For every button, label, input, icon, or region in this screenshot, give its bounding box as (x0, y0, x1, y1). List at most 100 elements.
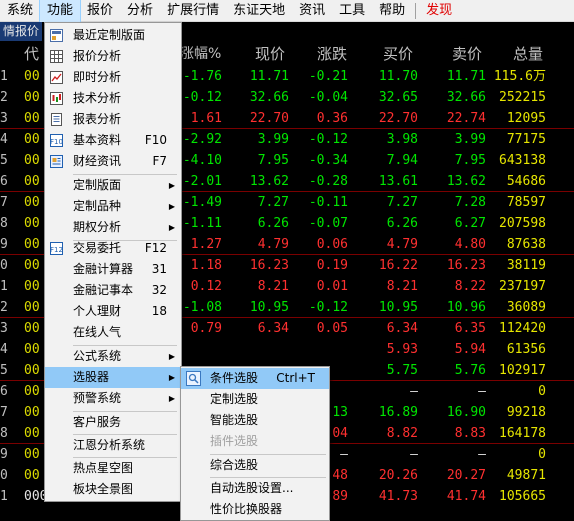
menu-item-label: 金融计算器 (73, 262, 134, 276)
volume: 36089 (506, 300, 546, 315)
ask-price: 16.90 (446, 405, 486, 420)
bid-price: 7.94 (386, 153, 418, 168)
row-index: 2 (0, 90, 8, 105)
header-volume[interactable]: 总量 (513, 44, 543, 64)
menu-function[interactable]: 功能 (39, 0, 82, 23)
submenu-item-custom-screen[interactable]: 定制选股 (181, 389, 329, 410)
price (224, 339, 289, 360)
volume: 61356 (506, 342, 546, 357)
menu-item-basic-info[interactable]: F10 基本资料 F10 (45, 130, 181, 151)
menu-item-finance-calculator[interactable]: 金融计算器 31 (45, 259, 181, 280)
menu-item-shortcut: 18 (151, 304, 167, 318)
menu-item-technical-analysis[interactable]: 技术分析 (45, 88, 181, 109)
bid-price: 41.73 (378, 489, 418, 504)
submenu-item-smart-screen[interactable]: 智能选股 (181, 410, 329, 431)
price: 7.27 (257, 195, 289, 210)
submenu-arrow-icon: ▶ (168, 394, 175, 403)
header-change-pct[interactable]: 涨幅% (180, 44, 221, 64)
magnifier-icon (186, 371, 201, 386)
menu-item-report-analysis[interactable]: 报表分析 (45, 109, 181, 130)
menu-dongzheng[interactable]: 东证天地 (226, 0, 292, 22)
header-diff[interactable]: 涨跌 (317, 44, 347, 64)
f12-icon: F12 (50, 242, 63, 255)
menu-item-shortcut: 31 (151, 262, 167, 276)
row-index: 9 (0, 447, 8, 462)
menu-item-recent-layout[interactable]: 最近定制版面 (45, 25, 181, 46)
function-menu: 最近定制版面 报价分析 即时分析 技术分析 报表分析 F10 基本资料 F10 … (44, 22, 182, 502)
menu-item-custom-symbols[interactable]: 定制品种 ▶ (45, 196, 181, 217)
change: -0.12 (308, 300, 348, 315)
menu-item-gann-analysis[interactable]: 江恩分析系统 (45, 435, 181, 456)
volume: 77175 (506, 132, 546, 147)
menu-item-trade-order[interactable]: F12 交易委托 F12 (45, 238, 181, 259)
submenu-item-label: 条件选股 (210, 371, 259, 385)
quote-tab[interactable]: 情报价 (0, 22, 43, 41)
submenu-item-auto-screen-settings[interactable]: 自动选股设置... (181, 478, 329, 499)
menu-item-personal-finance[interactable]: 个人理财 18 (45, 301, 181, 322)
menu-system[interactable]: 系统 (0, 0, 40, 22)
menu-item-stock-screener[interactable]: 选股器 ▶ (45, 367, 181, 388)
menu-item-finance-news[interactable]: 财经资讯 F7 (45, 151, 181, 172)
change: -0.28 (308, 174, 348, 189)
menu-item-label: 技术分析 (73, 91, 122, 105)
header-ask[interactable]: 卖价 (452, 44, 482, 64)
menu-item-finance-notebook[interactable]: 金融记事本 32 (45, 280, 181, 301)
change: 0.19 (316, 258, 348, 273)
menu-item-customer-service[interactable]: 客户服务 (45, 412, 181, 433)
menu-quote[interactable]: 报价 (80, 0, 120, 22)
menu-separator (415, 2, 417, 19)
menu-tools[interactable]: 工具 (332, 0, 372, 22)
menu-item-quote-analysis[interactable]: 报价分析 (45, 46, 181, 67)
change-pct: 1.27 (190, 237, 222, 252)
volume: 0 (538, 384, 546, 399)
header-price[interactable]: 现价 (255, 44, 285, 64)
volume: 112420 (499, 321, 546, 336)
menu-bar: 系统 功能 报价 分析 扩展行情 东证天地 资讯 工具 帮助 发现 (0, 0, 574, 23)
submenu-item-value-switcher[interactable]: 性价比换股器 (181, 499, 329, 520)
menu-item-shortcut: F12 (144, 241, 167, 255)
ask-price: 8.22 (454, 279, 486, 294)
bid-price: 8.21 (386, 279, 418, 294)
row-index: 3 (0, 321, 8, 336)
header-code[interactable]: 代 (24, 44, 39, 64)
ask-price: 10.96 (446, 300, 486, 315)
bid-price: 11.70 (378, 69, 418, 84)
volume: 49871 (506, 468, 546, 483)
submenu-item-label: 智能选股 (210, 413, 259, 427)
header-bid[interactable]: 买价 (383, 44, 413, 64)
bid-price: 4.79 (386, 237, 418, 252)
change (292, 339, 348, 360)
bid-price: 3.98 (386, 132, 418, 147)
menu-item-formula-system[interactable]: 公式系统 ▶ (45, 346, 181, 367)
menu-item-sector-panorama[interactable]: 板块全景图 (45, 479, 181, 500)
menu-item-custom-layout[interactable]: 定制版面 ▶ (45, 175, 181, 196)
volume: 237197 (499, 279, 546, 294)
menu-info[interactable]: 资讯 (292, 0, 332, 22)
bid-price: – (410, 447, 418, 462)
menu-item-options-analysis[interactable]: 期权分析 ▶ (45, 217, 181, 238)
row-index: 4 (0, 132, 8, 147)
change: -0.04 (308, 90, 348, 105)
submenu-item-composite-screen[interactable]: 综合选股 (181, 455, 329, 476)
menu-help[interactable]: 帮助 (372, 0, 412, 22)
menu-discover[interactable]: 发现 (419, 0, 459, 22)
change-pct: 0.79 (190, 321, 222, 336)
ask-price: 6.27 (454, 216, 486, 231)
menu-item-hotspot-map[interactable]: 热点星空图 (45, 458, 181, 479)
menu-item-realtime-analysis[interactable]: 即时分析 (45, 67, 181, 88)
row-index: 0 (0, 468, 8, 483)
menu-item-online-popularity[interactable]: 在线人气 (45, 322, 181, 343)
submenu-item-plugin-screen: 插件选股 (181, 431, 329, 452)
menu-extended-market[interactable]: 扩展行情 (160, 0, 226, 22)
submenu-item-label: 定制选股 (210, 392, 259, 406)
bid-price: 7.27 (386, 195, 418, 210)
menu-item-alert-system[interactable]: 预警系统 ▶ (45, 388, 181, 409)
menu-analysis[interactable]: 分析 (120, 0, 160, 22)
row-index: 8 (0, 216, 8, 231)
menu-item-label: 预警系统 (73, 391, 122, 405)
change-pct: 1.18 (190, 258, 222, 273)
volume: 54686 (506, 174, 546, 189)
price: 32.66 (249, 90, 289, 105)
ask-price: 5.76 (454, 363, 486, 378)
submenu-item-condition-screen[interactable]: 条件选股 Ctrl+T (181, 368, 329, 389)
